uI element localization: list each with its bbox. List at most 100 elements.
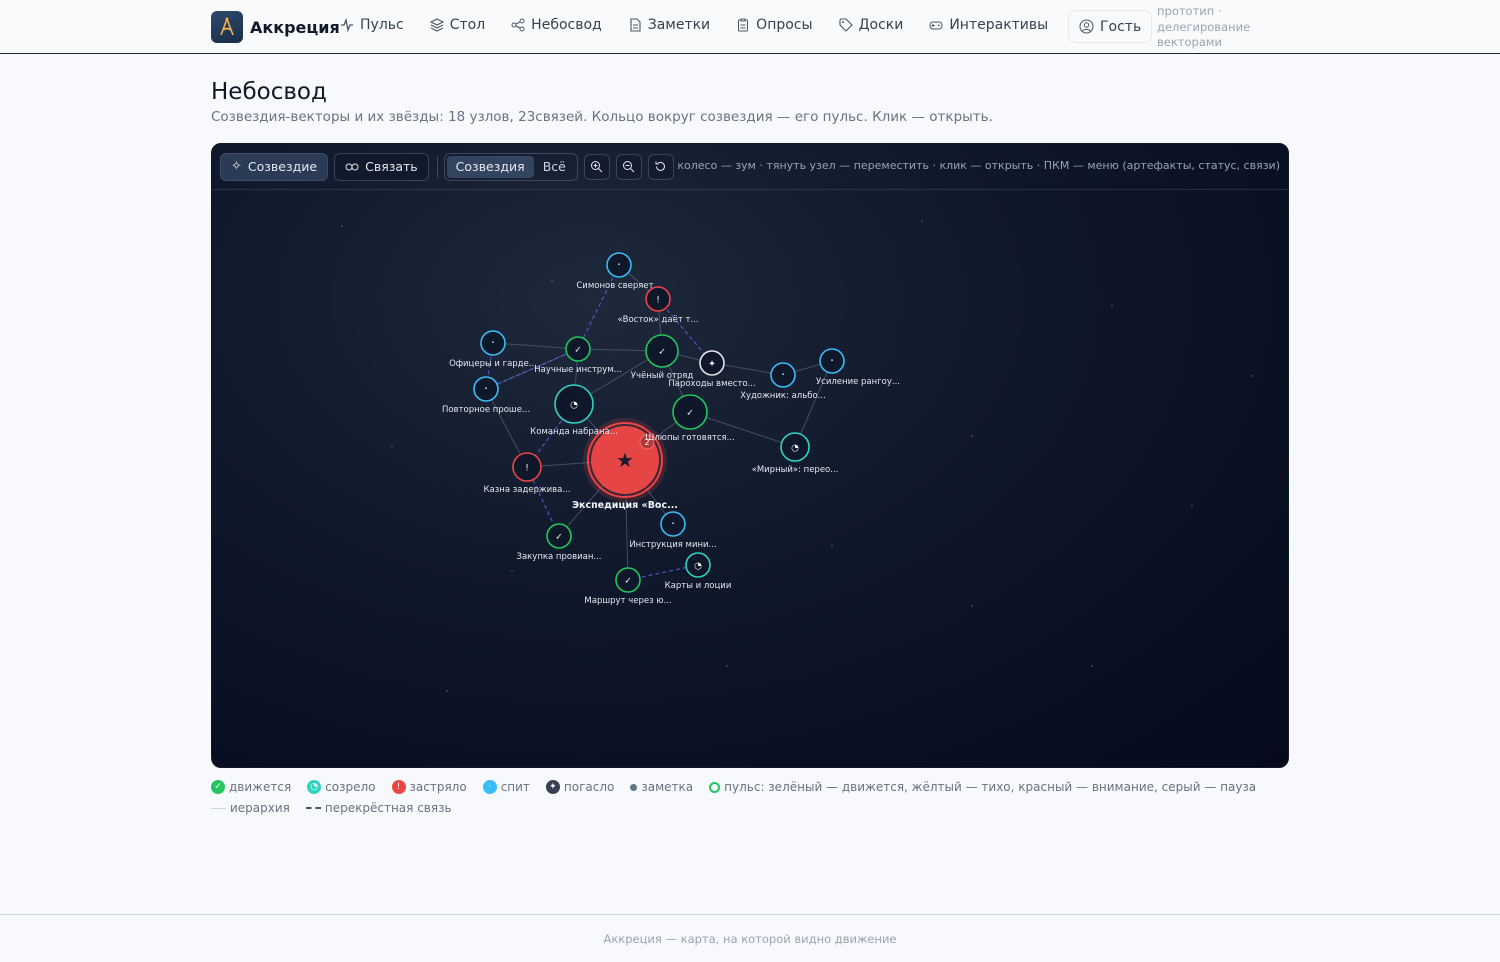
- new-constellation-button[interactable]: ✧ Созвездие: [220, 152, 329, 181]
- node-label: Научные инструм...: [534, 365, 622, 375]
- legend-note: заметка: [630, 780, 693, 794]
- node-status-icon: !: [525, 464, 529, 474]
- solid-line-icon: [211, 807, 226, 809]
- node-label: Инструкция мини...: [629, 540, 716, 550]
- star-node[interactable]: ✓ Закупка провиан...: [517, 523, 602, 562]
- node-label: Закупка провиан...: [517, 552, 602, 562]
- nav-firmament-label: Небосвод: [531, 17, 602, 33]
- nav-notes[interactable]: Заметки: [628, 17, 710, 33]
- star-icon: ★: [616, 448, 634, 472]
- legend-cross: перекрёстная связь: [305, 801, 452, 815]
- star-node[interactable]: ◔ Команда набрана...: [530, 384, 618, 437]
- legend-hierarchy: иерархия: [211, 801, 290, 815]
- clipboard-icon: [738, 18, 749, 32]
- background-star: [511, 570, 513, 572]
- tag-icon: [839, 18, 853, 32]
- background-star: [921, 220, 923, 222]
- sparkles-icon: ✧: [231, 159, 242, 174]
- document-icon: [630, 18, 641, 32]
- star-node[interactable]: · Офицеры и гарде...: [449, 330, 537, 369]
- canvas-toolbar: ✧ Созвездие Связать Созвездия Всё колесо…: [212, 144, 1288, 190]
- node-status-icon: !: [656, 296, 660, 306]
- graph-svg[interactable]: ★Экспедиция «Вос...2·Симонов сверяет...!…: [212, 144, 1289, 768]
- star-node[interactable]: ◔ Карты и лоции: [665, 552, 732, 591]
- nav-polls[interactable]: Опросы: [736, 17, 813, 33]
- star-node[interactable]: ◔ «Мирный»: перео...: [752, 432, 839, 475]
- node-label: Карты и лоции: [665, 581, 732, 591]
- seg-constellations[interactable]: Созвездия: [446, 155, 534, 178]
- page-subtitle: Созвездия-векторы и их звёзды: 18 узлов,…: [211, 109, 993, 125]
- legend-hierarchy-label: иерархия: [230, 801, 290, 815]
- constellation-canvas[interactable]: ★ Экспедиция «Вос... 2 · Симонов сверяет...!…: [211, 143, 1289, 768]
- star-node[interactable]: · Инструкция мини...: [629, 511, 717, 550]
- node-label: Шлюпы готовятся...: [645, 433, 734, 443]
- node-label: Казна задержива...: [484, 485, 571, 495]
- node-label: Усиление рангоу...: [816, 377, 900, 387]
- top-navbar: Аккреция Пульс Стол Небосвод Заметки Опр…: [0, 0, 1500, 54]
- share-nodes-icon: [511, 18, 525, 32]
- star-node[interactable]: ✓Учёный отряд: [631, 334, 694, 381]
- nav-interactives[interactable]: Интерактивы: [929, 17, 1048, 33]
- star-node[interactable]: · Повторное проше...: [442, 376, 530, 415]
- nav-polls-label: Опросы: [756, 17, 813, 33]
- background-star: [1111, 305, 1113, 307]
- legend-ripe: ◔ созрело: [307, 780, 376, 794]
- half-circle-icon: ◔: [307, 780, 322, 794]
- cross-link-edge: [577, 264, 620, 350]
- star-node[interactable]: ✓ Научные инструм...: [534, 336, 622, 375]
- brand[interactable]: Аккреция: [211, 11, 340, 43]
- nav-boards[interactable]: Доски: [839, 17, 903, 33]
- legend-faded: ✦ погасло: [545, 780, 615, 794]
- reset-icon: [655, 161, 666, 171]
- node-status-icon: ◔: [570, 401, 578, 411]
- star-node[interactable]: ✓ Шлюпы готовятся...: [645, 394, 735, 443]
- legend-stuck-label: застряло: [409, 780, 467, 794]
- node-status-icon: ·: [671, 517, 675, 531]
- view-mode-toggle: Созвездия Всё: [443, 152, 578, 181]
- check-icon: ✓: [211, 780, 225, 794]
- footer: Аккреция — карта, на которой видно движе…: [0, 914, 1500, 962]
- dashed-line-icon: [305, 807, 321, 809]
- zoom-out-button[interactable]: [615, 153, 642, 180]
- node-label: Художник: альбо...: [740, 391, 826, 401]
- star-node[interactable]: ! Казна задержива...: [484, 452, 571, 495]
- star-node[interactable]: · Усиление рангоу...: [816, 348, 900, 387]
- node-label: Симонов сверяет...: [576, 281, 661, 291]
- prototype-note: прототип · делегирование векторами: [1157, 4, 1251, 49]
- node-status-icon: ✦: [708, 360, 716, 370]
- star-node[interactable]: ✦ Пароходы вместо...: [668, 350, 756, 389]
- node-label: «Мирный»: перео...: [752, 465, 839, 475]
- legend-moving: ✓ движется: [211, 780, 291, 794]
- faded-star-icon: ✦: [545, 780, 560, 794]
- star-node[interactable]: ! «Восток» даёт т...: [617, 286, 699, 325]
- background-star: [446, 690, 448, 692]
- legend-stuck: ! застряло: [391, 780, 467, 794]
- note-dot-icon: [630, 783, 638, 791]
- nav-desk[interactable]: Стол: [429, 17, 485, 33]
- reset-view-button[interactable]: [647, 153, 674, 180]
- seg-all[interactable]: Всё: [534, 156, 575, 178]
- background-star: [971, 605, 973, 607]
- background-star: [1091, 665, 1093, 667]
- zoom-in-button[interactable]: [583, 153, 610, 180]
- exclamation-icon: !: [391, 780, 406, 794]
- legend-sleeping: · спит: [482, 780, 530, 794]
- main-nav: Пульс Стол Небосвод Заметки Опросы Доски…: [340, 17, 1074, 33]
- background-star: [1251, 375, 1253, 377]
- gamepad-icon: [929, 21, 943, 30]
- background-star: [341, 225, 343, 227]
- nav-pulse[interactable]: Пульс: [340, 17, 404, 33]
- zoom-in-icon: [591, 161, 603, 173]
- star-node[interactable]: · Симонов сверяет...: [576, 252, 662, 291]
- link-button[interactable]: Связать: [334, 152, 429, 181]
- layers-icon: [429, 18, 444, 32]
- node-status-icon: ◔: [791, 444, 799, 454]
- legend-faded-label: погасло: [563, 780, 615, 794]
- link-icon: [345, 163, 359, 170]
- link-label: Связать: [365, 159, 418, 174]
- toolbar-divider: [436, 155, 438, 178]
- node-label: Команда набрана...: [530, 427, 618, 437]
- guest-button[interactable]: Гость: [1068, 10, 1153, 43]
- background-star: [726, 665, 728, 667]
- nav-firmament[interactable]: Небосвод: [511, 17, 602, 33]
